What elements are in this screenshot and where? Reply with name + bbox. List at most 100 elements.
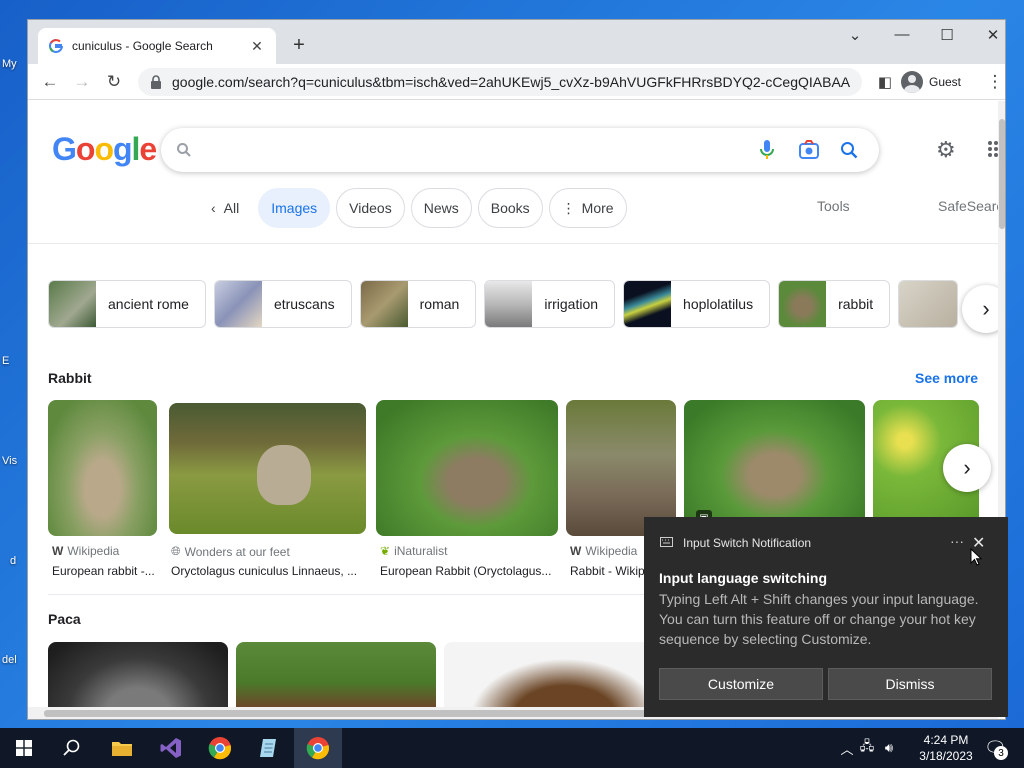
related-thumbnail bbox=[624, 281, 672, 327]
header-divider bbox=[28, 243, 998, 244]
visual-studio-button[interactable] bbox=[147, 728, 195, 768]
chevron-up-icon[interactable]: ︿ bbox=[838, 739, 856, 758]
url-text: google.com/search?q=cuniculus&tbm=isch&v… bbox=[172, 74, 850, 90]
network-icon[interactable]: 🖧︎ bbox=[856, 737, 878, 759]
desktop-icon-label[interactable]: My bbox=[2, 58, 17, 70]
related-thumbnail bbox=[779, 281, 827, 327]
results-next-arrow-icon[interactable]: › bbox=[943, 444, 991, 492]
see-more-link[interactable]: See more bbox=[915, 370, 978, 386]
chrome-active-button[interactable] bbox=[294, 728, 342, 768]
related-chip[interactable]: ancient rome bbox=[48, 280, 206, 328]
file-explorer-button[interactable] bbox=[98, 728, 146, 768]
related-chip[interactable]: rabbit bbox=[778, 280, 891, 328]
result-source[interactable]: 🌐︎ Wonders at our feet bbox=[171, 544, 290, 559]
image-result[interactable] bbox=[566, 400, 676, 536]
lock-icon[interactable] bbox=[150, 75, 162, 89]
folder-icon bbox=[112, 742, 132, 756]
result-caption[interactable]: Oryctolagus cuniculus Linnaeus, ... bbox=[171, 564, 366, 578]
image-result[interactable] bbox=[236, 642, 436, 707]
avatar-icon bbox=[901, 71, 923, 93]
image-result[interactable]: ▣ bbox=[684, 400, 865, 536]
image-result[interactable] bbox=[376, 400, 558, 536]
address-bar[interactable]: google.com/search?q=cuniculus&tbm=isch&v… bbox=[138, 68, 862, 96]
search-input[interactable] bbox=[161, 128, 879, 172]
vertical-scroll-thumb[interactable] bbox=[999, 119, 1005, 229]
result-caption[interactable]: Rabbit - Wikip bbox=[570, 564, 645, 578]
result-caption[interactable]: European Rabbit (Oryctolagus... bbox=[380, 564, 558, 578]
back-icon[interactable]: ← bbox=[38, 70, 62, 94]
browser-menu-icon[interactable]: ⋮ bbox=[983, 70, 1005, 94]
google-logo[interactable]: Google bbox=[52, 131, 157, 168]
microphone-icon[interactable] bbox=[756, 139, 778, 161]
search-submit-icon[interactable] bbox=[838, 139, 860, 161]
desktop-icon-label[interactable]: del bbox=[2, 654, 17, 666]
image-result[interactable] bbox=[444, 642, 664, 707]
desktop-icon-label[interactable]: d bbox=[10, 555, 16, 567]
filter-videos[interactable]: Videos bbox=[336, 188, 405, 228]
related-chip[interactable]: irrigation bbox=[484, 280, 616, 328]
more-options-icon[interactable]: ··· bbox=[950, 533, 964, 549]
filter-images[interactable]: Images bbox=[258, 188, 331, 228]
result-source[interactable]: W Wikipedia bbox=[570, 544, 637, 558]
related-next-arrow-icon[interactable]: › bbox=[962, 285, 998, 333]
notification-app-name: Input Switch Notification bbox=[683, 536, 812, 550]
image-result[interactable] bbox=[48, 642, 228, 707]
maximize-icon[interactable]: ☐ bbox=[932, 26, 962, 44]
volume-icon[interactable]: 🔊︎ bbox=[878, 740, 900, 756]
image-result[interactable] bbox=[48, 400, 157, 536]
result-caption[interactable]: European rabbit -... bbox=[52, 564, 157, 578]
tab-strip: cuniculus - Google Search ✕ + ⌄ — ☐ ✕ bbox=[28, 20, 1005, 64]
dismiss-button[interactable]: Dismiss bbox=[828, 668, 992, 700]
rabbit-shape bbox=[257, 445, 311, 505]
desktop-icon-label[interactable]: Vis bbox=[2, 455, 17, 467]
taskbar-clock[interactable]: 4:24 PM 3/18/2023 bbox=[906, 732, 986, 764]
minimize-icon[interactable]: — bbox=[887, 26, 917, 43]
customize-button[interactable]: Customize bbox=[659, 668, 823, 700]
tab-close-icon[interactable]: ✕ bbox=[248, 38, 266, 55]
notification-title: Input language switching bbox=[659, 570, 827, 586]
tab-google-search[interactable]: cuniculus - Google Search ✕ bbox=[38, 28, 276, 64]
filter-all[interactable]: ‹ All bbox=[198, 188, 253, 228]
tools-button[interactable]: Tools bbox=[817, 198, 850, 214]
section-title-paca: Paca bbox=[48, 611, 81, 627]
mouse-cursor-icon bbox=[970, 548, 982, 566]
tab-search-chevron-icon[interactable]: ⌄ bbox=[840, 26, 870, 44]
clock-time: 4:24 PM bbox=[923, 733, 969, 747]
new-tab-icon[interactable]: + bbox=[287, 34, 311, 57]
related-thumbnail bbox=[485, 281, 533, 327]
google-apps-icon[interactable] bbox=[988, 141, 998, 157]
desktop-icon-label[interactable]: E bbox=[2, 355, 9, 367]
filter-news[interactable]: News bbox=[410, 188, 472, 228]
image-result[interactable] bbox=[169, 403, 366, 534]
chrome-icon bbox=[208, 737, 232, 760]
related-chip[interactable]: hoplolatilus bbox=[623, 280, 771, 328]
camera-lens-icon[interactable] bbox=[798, 139, 820, 161]
result-source[interactable]: ❦ iNaturalist bbox=[380, 544, 447, 558]
related-thumbnail bbox=[899, 281, 958, 327]
reload-icon[interactable]: ↻ bbox=[102, 70, 126, 94]
notification-count-badge: 3 bbox=[994, 746, 1008, 760]
forward-icon[interactable]: → bbox=[70, 70, 94, 94]
taskbar-search-button[interactable] bbox=[48, 728, 96, 768]
filter-more[interactable]: ⋮ More bbox=[548, 188, 627, 228]
wikipedia-icon: W bbox=[52, 544, 64, 558]
related-chip[interactable]: etruscans bbox=[213, 280, 352, 328]
keyboard-icon bbox=[660, 536, 673, 550]
settings-gear-icon[interactable]: ⚙ bbox=[936, 137, 956, 163]
filter-books[interactable]: Books bbox=[477, 188, 543, 228]
chrome-taskbar-button[interactable] bbox=[196, 728, 244, 768]
start-button[interactable] bbox=[0, 728, 48, 768]
browser-toolbar: ← → ↻ google.com/search?q=cuniculus&tbm=… bbox=[28, 64, 1005, 100]
result-source[interactable]: W Wikipedia bbox=[52, 544, 119, 558]
safesearch-button[interactable]: SafeSearch bbox=[938, 198, 998, 214]
wikipedia-icon: W bbox=[570, 544, 582, 558]
chevron-left-icon: ‹ bbox=[211, 200, 216, 216]
notepad-button[interactable] bbox=[245, 728, 293, 768]
google-favicon-icon bbox=[48, 38, 64, 54]
profile-button[interactable]: Guest bbox=[901, 68, 961, 96]
related-chip[interactable]: roman bbox=[359, 280, 477, 328]
close-window-icon[interactable]: ✕ bbox=[978, 26, 1005, 44]
side-panel-icon[interactable]: ◧ bbox=[873, 70, 897, 94]
visual-studio-icon bbox=[160, 738, 181, 758]
related-chip[interactable] bbox=[898, 280, 959, 328]
